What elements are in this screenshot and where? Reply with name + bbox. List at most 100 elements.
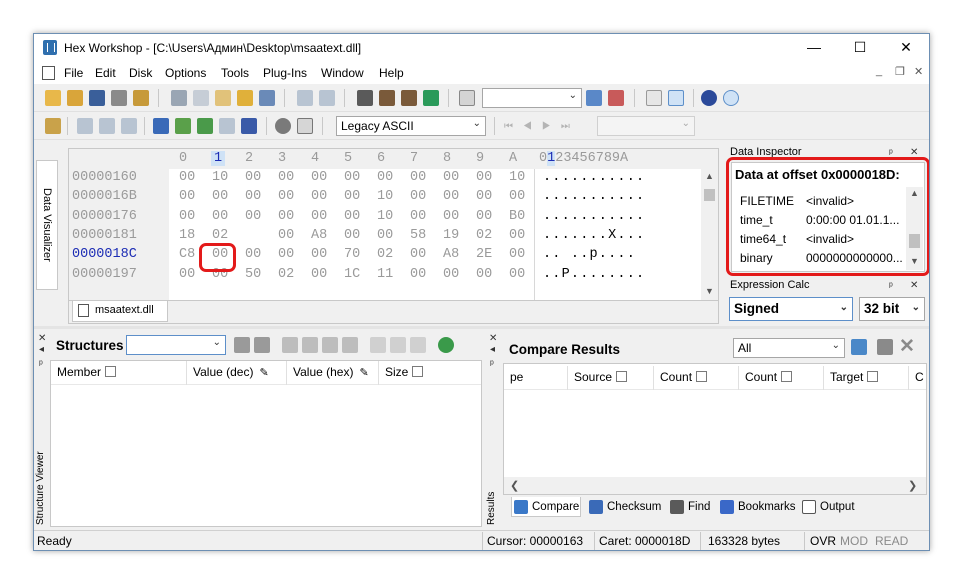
hex-byte[interactable]: 00 — [410, 247, 426, 262]
record-nav-icons[interactable]: ⏮◀▶⏭ — [504, 121, 580, 132]
hex-byte[interactable]: 00 — [443, 267, 459, 282]
cut-icon[interactable] — [171, 90, 187, 106]
properties-icon[interactable] — [133, 90, 149, 106]
hex-row[interactable]: 0000016B 00 00 00 00 00 00 10 00 00 00 00..........… — [69, 188, 718, 207]
hex-byte[interactable]: 00 — [179, 189, 195, 204]
hex-scrollbar[interactable]: ▲ ▼ — [701, 169, 718, 300]
copy-block3-icon[interactable] — [121, 118, 137, 134]
up-icon[interactable] — [342, 337, 358, 353]
hex-row[interactable]: 00000181 18 02 00 A8 00 00 58 19 02 00 .......X... — [69, 227, 718, 246]
hex-byte[interactable]: 00 — [179, 209, 195, 224]
hex-byte[interactable]: 00 — [377, 228, 393, 243]
hex-byte[interactable]: 00 — [509, 247, 525, 262]
intel-icon[interactable] — [723, 90, 739, 106]
hex-byte[interactable]: 00 — [212, 209, 228, 224]
copy-icon[interactable] — [193, 90, 209, 106]
hex-byte[interactable]: 00 — [476, 170, 492, 185]
find-previous-icon[interactable] — [379, 90, 395, 106]
menu-options[interactable]: Options — [165, 66, 206, 80]
redo-icon[interactable] — [319, 90, 335, 106]
tab-bookmarks[interactable]: Bookmarks — [718, 497, 800, 517]
hex-row[interactable]: 00000176 00 00 00 00 00 00 10 00 00 00 B0..........… — [69, 208, 718, 227]
compare-filter-select[interactable]: All ⌄ — [733, 338, 845, 358]
hex-byte[interactable]: 00 — [344, 189, 360, 204]
export-icon[interactable] — [259, 90, 275, 106]
hex-byte[interactable]: 00 — [410, 209, 426, 224]
structure-folder-icon[interactable] — [254, 337, 270, 353]
hex-byte[interactable]: 00 — [509, 228, 525, 243]
compare-hscrollbar[interactable]: ❮ ❯ — [504, 477, 926, 494]
hex-byte[interactable]: 2E — [476, 247, 492, 262]
ascii-cell[interactable]: .......X... — [543, 228, 645, 243]
hex-byte[interactable]: 00 — [245, 170, 261, 185]
hex-byte[interactable]: 00 — [311, 170, 327, 185]
hex-byte[interactable]: A8 — [311, 228, 327, 243]
collapse-icon[interactable] — [282, 337, 298, 353]
hex-byte[interactable]: 10 — [377, 209, 393, 224]
statistics-icon[interactable] — [241, 118, 257, 134]
column-count-target[interactable]: Count — [739, 366, 824, 390]
sign-mode-select[interactable]: Signed ⌄ — [729, 297, 853, 321]
copy-struct3-icon[interactable] — [410, 337, 426, 353]
bit-width-select[interactable]: 32 bit ⌄ — [859, 297, 925, 321]
hex-byte[interactable]: 02 — [476, 228, 492, 243]
goto-icon[interactable] — [459, 90, 475, 106]
tab-output[interactable]: Output — [800, 497, 868, 517]
hex-byte[interactable]: 00 — [476, 267, 492, 282]
goto-forward-icon[interactable] — [608, 90, 624, 106]
ascii-cell[interactable]: ........... — [543, 189, 645, 204]
hex-byte[interactable]: 00 — [311, 247, 327, 262]
pin-icon[interactable]: ᵖ — [889, 281, 893, 292]
hex-byte[interactable]: 00 — [311, 267, 327, 282]
column-target[interactable]: Target — [824, 366, 909, 390]
column-c[interactable]: C — [909, 366, 926, 390]
hex-byte[interactable]: 00 — [278, 170, 294, 185]
column-value-hex[interactable]: Value (hex) ✎ — [287, 361, 379, 385]
hex-scroll-thumb[interactable] — [704, 189, 715, 201]
tab-checksum[interactable]: Checksum — [587, 497, 665, 517]
hex-byte[interactable]: 02 — [212, 228, 228, 243]
new-file-icon[interactable] — [45, 90, 61, 106]
undo-icon[interactable] — [297, 90, 313, 106]
hex-byte[interactable]: 00 — [443, 170, 459, 185]
hex-byte[interactable]: 00 — [509, 267, 525, 282]
hex-row[interactable]: 00000160 00 10 00 00 00 00 00 00 00 00 10..........… — [69, 169, 718, 188]
file-tab[interactable]: msaatext.dll — [72, 301, 168, 322]
column-type[interactable]: pe — [504, 366, 568, 390]
hex-byte[interactable]: B0 — [509, 209, 525, 224]
hex-byte[interactable]: A8 — [443, 247, 459, 262]
menu-disk[interactable]: Disk — [129, 66, 152, 80]
column-size[interactable]: Size — [379, 361, 481, 385]
ascii-cell[interactable]: ........... — [543, 209, 645, 224]
hex-byte[interactable]: 00 — [410, 267, 426, 282]
structure-load-icon[interactable] — [234, 337, 250, 353]
tab-find[interactable]: Find — [668, 497, 716, 517]
compare-options-icon[interactable] — [851, 339, 867, 355]
hex-byte[interactable]: 11 — [377, 267, 393, 282]
panel-close-icon[interactable]: ✕ — [910, 280, 918, 291]
column-value-dec[interactable]: Value (dec) ✎ — [187, 361, 287, 385]
paste-icon[interactable] — [215, 90, 231, 106]
doc-restore-button[interactable]: ❐ — [895, 65, 905, 78]
copy-struct2-icon[interactable] — [390, 337, 406, 353]
hex-byte[interactable]: 1C — [344, 267, 360, 282]
hex-byte[interactable]: 00 — [311, 189, 327, 204]
menu-plugins[interactable]: Plug-Ins — [263, 66, 307, 80]
hex-byte[interactable]: 00 — [344, 209, 360, 224]
find-icon[interactable] — [357, 90, 373, 106]
hex-row[interactable]: 00000197 00 00 50 02 00 1C 11 00 00 00 00 ..P.......… — [69, 266, 718, 285]
copy-block2-icon[interactable] — [99, 118, 115, 134]
hex-byte[interactable]: 19 — [443, 228, 459, 243]
hex-byte[interactable]: 00 — [443, 189, 459, 204]
hash-icon[interactable] — [219, 118, 235, 134]
checksum-icon[interactable] — [153, 118, 169, 134]
open-folder-icon[interactable] — [67, 90, 83, 106]
hex-converter-icon[interactable] — [668, 90, 684, 106]
record-select[interactable]: ⌄ — [597, 116, 695, 136]
column-count-source[interactable]: Count — [654, 366, 739, 390]
copy-block-icon[interactable] — [77, 118, 93, 134]
hex-byte[interactable]: 00 — [278, 189, 294, 204]
hex-byte[interactable]: 00 — [278, 209, 294, 224]
expand-icon[interactable] — [302, 337, 318, 353]
hex-byte[interactable]: 70 — [344, 247, 360, 262]
